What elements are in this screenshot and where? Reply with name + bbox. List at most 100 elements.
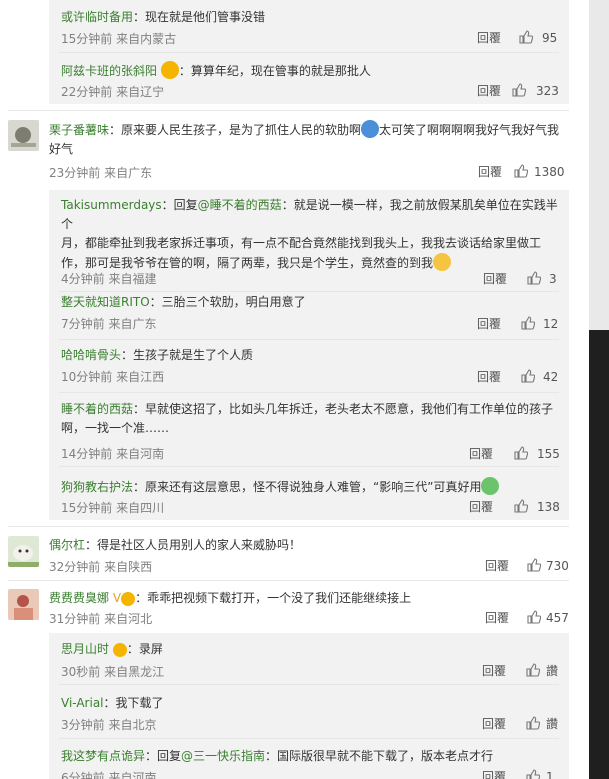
mention-link[interactable]: @三一快乐指南 [181, 749, 265, 763]
mention-link[interactable]: @睡不着的西菇 [198, 198, 282, 212]
reply-button[interactable]: 回覆 [469, 499, 493, 515]
reply-button[interactable]: 回覆 [477, 30, 501, 46]
reply-username[interactable]: 或许临时备用 [61, 10, 133, 24]
divider [59, 738, 559, 739]
reply-actions: 回覆 138 [49, 499, 569, 515]
avatar[interactable] [8, 589, 39, 620]
like-count: 138 [537, 500, 560, 514]
like-icon[interactable] [526, 769, 540, 779]
like-icon[interactable] [526, 663, 540, 679]
like-count: 457 [546, 611, 569, 625]
like-count: 42 [543, 370, 559, 384]
reply-actions: 回覆 323 [49, 83, 569, 99]
reply-actions: 回覆 3 [49, 271, 569, 287]
reply-text: ：早就使这招了，比如头几年拆迁，老头老太不愿意，我他们有工作单位的孩子 [133, 402, 554, 416]
vip-badge-icon [112, 643, 127, 657]
reply-button[interactable]: 回覆 [477, 83, 501, 99]
like-icon[interactable] [521, 369, 535, 385]
reply-text-line2: 啊，一找一个准…… [61, 421, 170, 435]
comment-text: ：原来要人民生孩子，是为了抓住人民的软肋啊 [109, 123, 362, 137]
comment-text-cont: 太可笑了啊啊啊啊我好气我好气我 [379, 123, 560, 137]
background-edge [589, 0, 609, 779]
reply-text-line2: 月，都能牵扯到我老家拆迁事项，有一点不配合竟然能找到我头上，我我去谈话给家里做工 [61, 236, 542, 250]
comment-username[interactable]: 栗子番薯味 [49, 123, 109, 137]
like-count: 95 [542, 31, 558, 45]
reply-username[interactable]: 睡不着的西菇 [61, 402, 133, 416]
divider [59, 291, 559, 292]
like-count: 730 [546, 559, 569, 573]
reply-button[interactable]: 回覆 [485, 610, 509, 626]
reply-text: ：三胎三个软肋，明白用意了 [149, 295, 306, 309]
comment-text: ：得是社区人员用别人的家人来威胁吗！ [85, 538, 302, 552]
comment-feed: 或许临时备用：现在就是他们管事没错 15分钟前 来自内蒙古 回覆 95 阿兹卡班… [0, 0, 589, 779]
reply-actions: 回覆 讚 [49, 716, 569, 732]
reply-button[interactable]: 回覆 [478, 164, 502, 180]
comment-text: ：乖乖把视频下载打开，一个没了我们还能继续接上 [135, 591, 412, 605]
reply-button[interactable]: 回覆 [482, 663, 506, 679]
reply-actions: 回覆 1 [49, 769, 569, 779]
reply-thread: Takisummerdays：回复@睡不着的西菇：就是说一模一样，我之前放假某肌… [49, 190, 569, 520]
comment-username[interactable]: 费费费臭娜 [49, 591, 109, 605]
avatar[interactable] [8, 536, 39, 567]
like-count: 讚 [546, 664, 559, 678]
like-count: 1 [546, 770, 554, 779]
reply-text: ：录屏 [126, 642, 163, 656]
like-icon[interactable] [519, 30, 533, 46]
reply-actions: 回覆 95 [49, 30, 569, 46]
reply-button[interactable]: 回覆 [477, 369, 501, 385]
divider [59, 52, 559, 53]
divider [8, 526, 569, 527]
reply-text: ：现在就是他们管事没错 [133, 10, 266, 24]
like-icon[interactable] [526, 716, 540, 732]
reply-button[interactable]: 回覆 [483, 271, 507, 287]
reply-text: ：生孩子就是生了个人质 [121, 348, 254, 362]
like-icon[interactable] [527, 271, 541, 287]
comment-username[interactable]: 偶尔杠 [49, 538, 85, 552]
reply-username[interactable]: 阿兹卡班的张斜阳 [61, 64, 157, 78]
reply-actions: 回覆 42 [49, 369, 569, 385]
thinking-face-icon [433, 253, 452, 271]
like-count: 讚 [546, 717, 559, 731]
reply-username[interactable]: Vi-Arial [61, 696, 104, 710]
like-icon[interactable] [527, 610, 541, 626]
reply-actions: 回覆 155 [49, 446, 569, 462]
reply-username[interactable]: 哈哈啃骨头 [61, 348, 121, 362]
reply-username[interactable]: 思月山时 [61, 642, 109, 656]
reply-username[interactable]: 整天就知道RITO [61, 295, 150, 309]
like-count: 155 [537, 447, 560, 461]
like-icon[interactable] [521, 316, 535, 332]
reply-actions: 回覆 讚 [49, 663, 569, 679]
divider [59, 684, 559, 685]
reply-button[interactable]: 回覆 [477, 316, 501, 332]
comment-text-line2: 好气 [49, 142, 74, 156]
like-icon[interactable] [514, 499, 528, 515]
reply-text: ：回复 [161, 198, 198, 212]
like-icon[interactable] [514, 164, 528, 180]
like-icon[interactable] [514, 446, 528, 462]
reply-button[interactable]: 回覆 [469, 446, 493, 462]
reply-username[interactable]: Takisummerdays [61, 198, 162, 212]
like-icon[interactable] [512, 83, 526, 99]
reply-text: ：我下载了 [103, 696, 164, 710]
reply-username[interactable]: 我这梦有点诡异 [61, 749, 145, 763]
reply-username[interactable]: 狗狗教右护法 [61, 480, 133, 494]
reply-button[interactable]: 回覆 [482, 716, 506, 732]
reply-thread-top: 或许临时备用：现在就是他们管事没错 15分钟前 来自内蒙古 回覆 95 阿兹卡班… [49, 0, 569, 104]
reply-text: ：回复 [145, 749, 182, 763]
vip-badge-icon [160, 61, 179, 79]
reply-button[interactable]: 回覆 [482, 769, 506, 779]
verified-v-icon: V [112, 591, 122, 605]
divider [8, 110, 569, 111]
avatar[interactable] [8, 120, 39, 151]
like-count: 323 [536, 84, 559, 98]
comment-actions: 回覆 730 [49, 558, 569, 574]
reply-text: ：国际版很早就不能下载了，版本老点才行 [265, 749, 494, 763]
divider [8, 580, 569, 581]
reply-text: ：原来还有这层意思，怪不得说独身人难管，“影响三代”可真好用 [133, 480, 482, 494]
reply-text: ：算算年纪，现在管事的就是那批人 [178, 64, 371, 78]
comment-actions: 回覆 457 [49, 610, 569, 626]
like-icon[interactable] [527, 558, 541, 574]
reply-button[interactable]: 回覆 [485, 558, 509, 574]
divider [59, 392, 559, 393]
like-count: 12 [543, 317, 559, 331]
